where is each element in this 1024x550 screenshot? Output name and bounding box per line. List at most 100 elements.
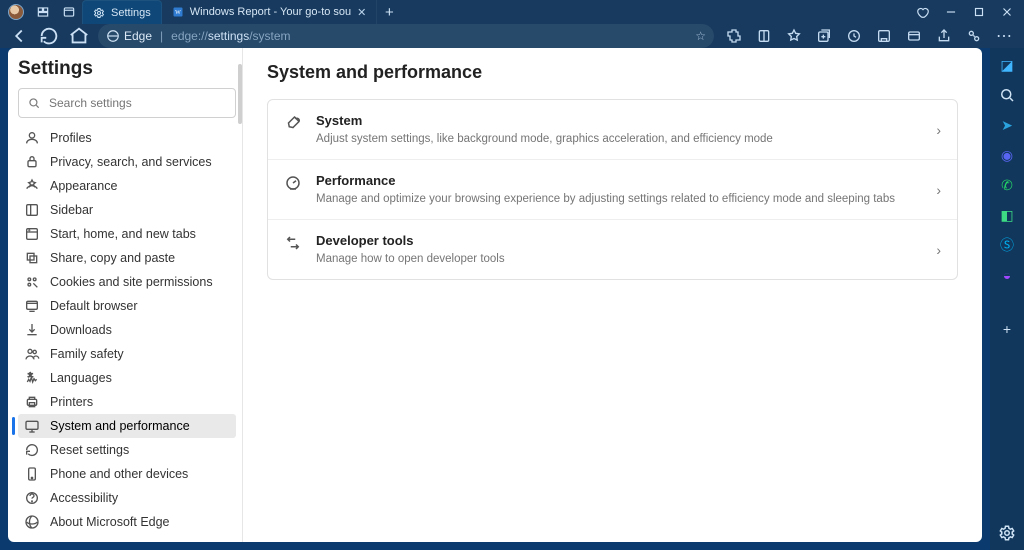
settings-sidebar: Settings Profiles Privacy, search, and se… (8, 48, 243, 542)
nav-label: Cookies and site permissions (50, 275, 213, 289)
row-title: Performance (316, 172, 922, 190)
sidebar-item-cookies-and-site-permissions[interactable]: Cookies and site permissions (18, 270, 236, 294)
nav-icon (24, 202, 40, 218)
browser-sidebar: ◪ ➤ ◉ ✆ ◧ Ⓢ ◒ + (990, 48, 1024, 550)
sidebar-item-system-and-performance[interactable]: System and performance (18, 414, 236, 438)
tab-windows-report[interactable]: W Windows Report - Your go-to sou ✕ (162, 0, 378, 24)
sidebar-settings-icon[interactable] (998, 524, 1016, 542)
tabstrip: Settings W Windows Report - Your go-to s… (82, 0, 401, 24)
whatsapp-icon[interactable]: ✆ (998, 176, 1016, 194)
share-icon[interactable] (936, 28, 952, 44)
nav-icon (24, 322, 40, 338)
chevron-right-icon: › (936, 242, 941, 258)
row-icon (284, 234, 302, 252)
row-title: System (316, 112, 922, 130)
sidebar-item-privacy-search-and-services[interactable]: Privacy, search, and services (18, 150, 236, 174)
sidebar-item-appearance[interactable]: Appearance (18, 174, 236, 198)
android-icon[interactable]: ◧ (998, 206, 1016, 224)
sidebar-item-downloads[interactable]: Downloads (18, 318, 236, 342)
profile-avatar[interactable] (8, 4, 24, 20)
search-sidebar-icon[interactable] (998, 86, 1016, 104)
sidebar-item-accessibility[interactable]: Accessibility (18, 486, 236, 510)
sidebar-item-family-safety[interactable]: Family safety (18, 342, 236, 366)
nav-icon (24, 226, 40, 242)
edge-icon (106, 29, 120, 43)
back-button[interactable] (8, 25, 30, 47)
nav-label: Printers (50, 395, 93, 409)
copilot-icon[interactable]: ◪ (998, 56, 1016, 74)
app-icon[interactable] (876, 28, 892, 44)
site-identity[interactable]: Edge (106, 29, 152, 43)
sidebar-scrollbar[interactable] (236, 56, 242, 534)
nav-icon (24, 442, 40, 458)
chevron-right-icon: › (936, 182, 941, 198)
refresh-button[interactable] (38, 25, 60, 47)
search-container[interactable] (18, 88, 236, 118)
minimize-button[interactable] (944, 5, 958, 19)
toolbar: Edge | edge://settings/system ☆ ⋯ (0, 24, 1024, 48)
search-input[interactable] (49, 96, 227, 110)
home-button[interactable] (68, 25, 90, 47)
nav-label: System and performance (50, 419, 190, 433)
nav-icon (24, 130, 40, 146)
address-bar[interactable]: Edge | edge://settings/system ☆ (98, 24, 714, 48)
nav-icon (24, 514, 40, 530)
close-window-button[interactable] (1000, 5, 1014, 19)
settings-row-developer-tools[interactable]: Developer toolsManage how to open develo… (268, 219, 957, 279)
nav-icon: 文 (24, 370, 40, 386)
nav-label: Reset settings (50, 443, 129, 457)
nav-icon (24, 250, 40, 266)
row-icon (284, 174, 302, 192)
settings-row-performance[interactable]: PerformanceManage and optimize your brow… (268, 159, 957, 219)
nav-icon (24, 490, 40, 506)
screenshot-icon[interactable] (906, 28, 922, 44)
nav-icon (24, 178, 40, 194)
sidebar-item-sidebar[interactable]: Sidebar (18, 198, 236, 222)
settings-card: SystemAdjust system settings, like backg… (267, 99, 958, 280)
sidebar-item-default-browser[interactable]: Default browser (18, 294, 236, 318)
messenger-icon[interactable]: ◒ (998, 266, 1016, 284)
more-menu-icon[interactable]: ⋯ (996, 28, 1012, 44)
sidebar-nav: Profiles Privacy, search, and services App… (18, 126, 236, 534)
performance-icon[interactable] (966, 28, 982, 44)
skype-icon[interactable]: Ⓢ (998, 236, 1016, 254)
settings-row-system[interactable]: SystemAdjust system settings, like backg… (268, 100, 957, 159)
sidebar-item-printers[interactable]: Printers (18, 390, 236, 414)
tab-actions-icon[interactable] (62, 5, 76, 19)
tab-settings[interactable]: Settings (82, 0, 162, 24)
favorite-star-icon[interactable]: ☆ (695, 29, 706, 43)
telegram-icon[interactable]: ➤ (998, 116, 1016, 134)
workspaces-icon[interactable] (36, 5, 50, 19)
nav-label: Sidebar (50, 203, 93, 217)
sidebar-item-start-home-and-new-tabs[interactable]: Start, home, and new tabs (18, 222, 236, 246)
nav-icon (24, 394, 40, 410)
nav-label: Privacy, search, and services (50, 155, 212, 169)
sidebar-item-share-copy-and-paste[interactable]: Share, copy and paste (18, 246, 236, 270)
sidebar-item-phone-and-other-devices[interactable]: Phone and other devices (18, 462, 236, 486)
add-sidebar-item-button[interactable]: + (998, 320, 1016, 338)
nav-icon (24, 418, 40, 434)
nav-icon (24, 298, 40, 314)
maximize-button[interactable] (972, 5, 986, 19)
sidebar-item-about-microsoft-edge[interactable]: About Microsoft Edge (18, 510, 236, 534)
separator: | (160, 29, 163, 43)
new-tab-button[interactable]: + (377, 0, 401, 24)
svg-text:W: W (175, 10, 181, 16)
sidebar-title: Settings (18, 58, 236, 80)
tab-close-icon[interactable]: ✕ (357, 6, 366, 19)
extensions-icon[interactable] (726, 28, 742, 44)
titlebar: Settings W Windows Report - Your go-to s… (0, 0, 1024, 24)
reading-list-icon[interactable] (756, 28, 772, 44)
nav-label: Downloads (50, 323, 112, 337)
sidebar-item-profiles[interactable]: Profiles (18, 126, 236, 150)
sidebar-item-languages[interactable]: 文 Languages (18, 366, 236, 390)
rewards-icon[interactable] (916, 5, 930, 19)
nav-label: Appearance (50, 179, 117, 193)
nav-label: Languages (50, 371, 112, 385)
discord-icon[interactable]: ◉ (998, 146, 1016, 164)
sidebar-item-reset-settings[interactable]: Reset settings (18, 438, 236, 462)
history-icon[interactable] (846, 28, 862, 44)
favorites-icon[interactable] (786, 28, 802, 44)
settings-main: System and performance SystemAdjust syst… (243, 48, 982, 542)
collections-icon[interactable] (816, 28, 832, 44)
